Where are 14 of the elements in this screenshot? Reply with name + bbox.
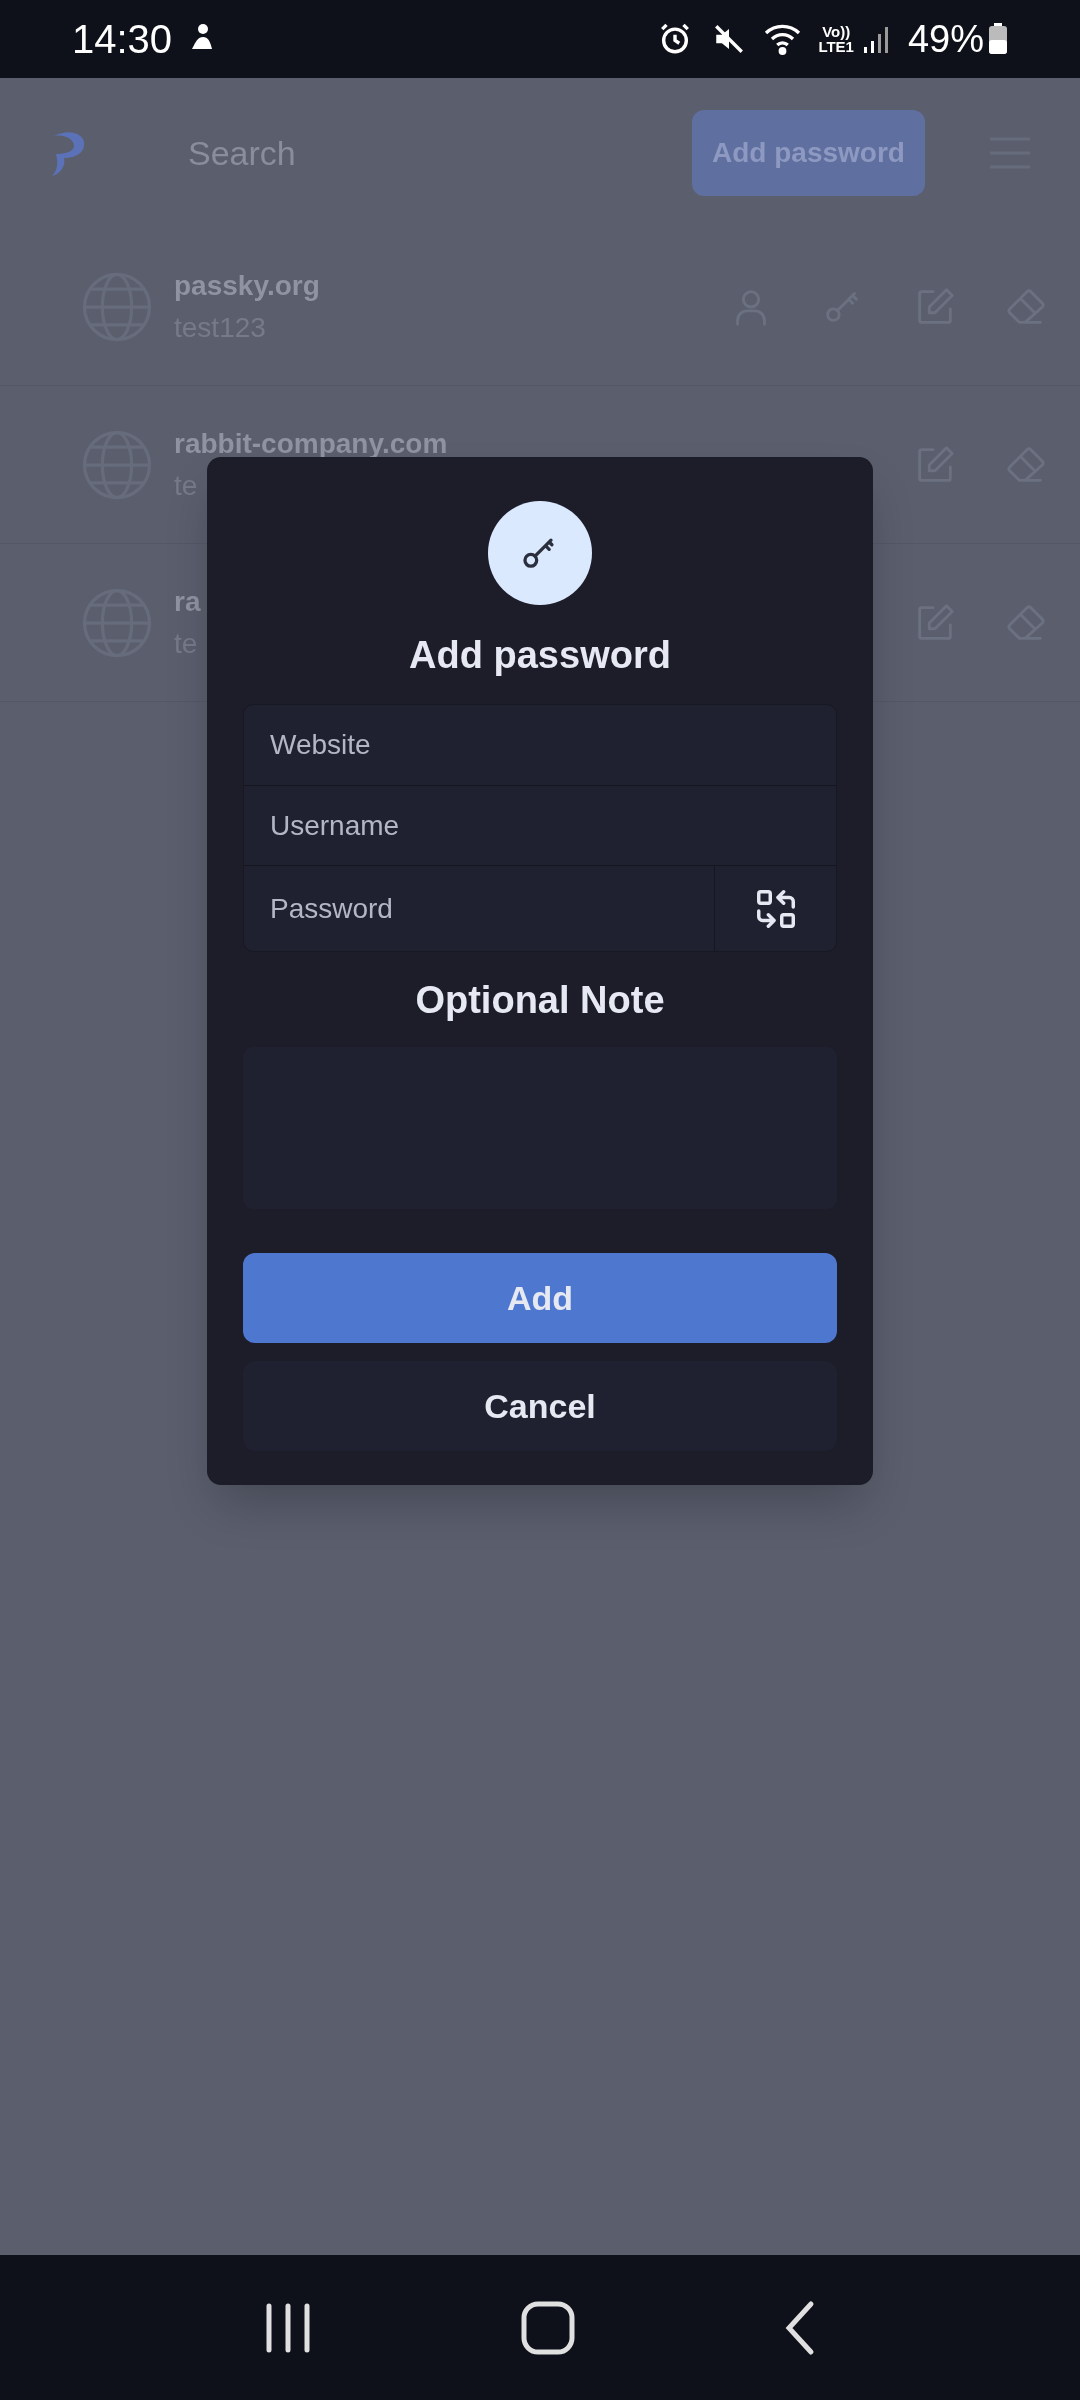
generate-button[interactable]	[714, 866, 836, 951]
battery-icon	[988, 23, 1008, 55]
website-field[interactable]: Website	[244, 705, 836, 785]
home-icon[interactable]	[520, 2299, 576, 2356]
dialog-title: Add password	[409, 633, 671, 678]
note-heading: Optional Note	[415, 978, 665, 1023]
password-field[interactable]: Password	[244, 866, 714, 951]
clock-time: 14:30	[72, 16, 173, 63]
network-label: Vo))	[822, 24, 851, 39]
battery-percent: 49%	[907, 16, 984, 62]
network-label: LTE1	[818, 39, 854, 54]
username-field[interactable]: Username	[244, 785, 836, 865]
add-button[interactable]: Add	[243, 1253, 837, 1343]
cancel-button[interactable]: Cancel	[243, 1361, 837, 1451]
